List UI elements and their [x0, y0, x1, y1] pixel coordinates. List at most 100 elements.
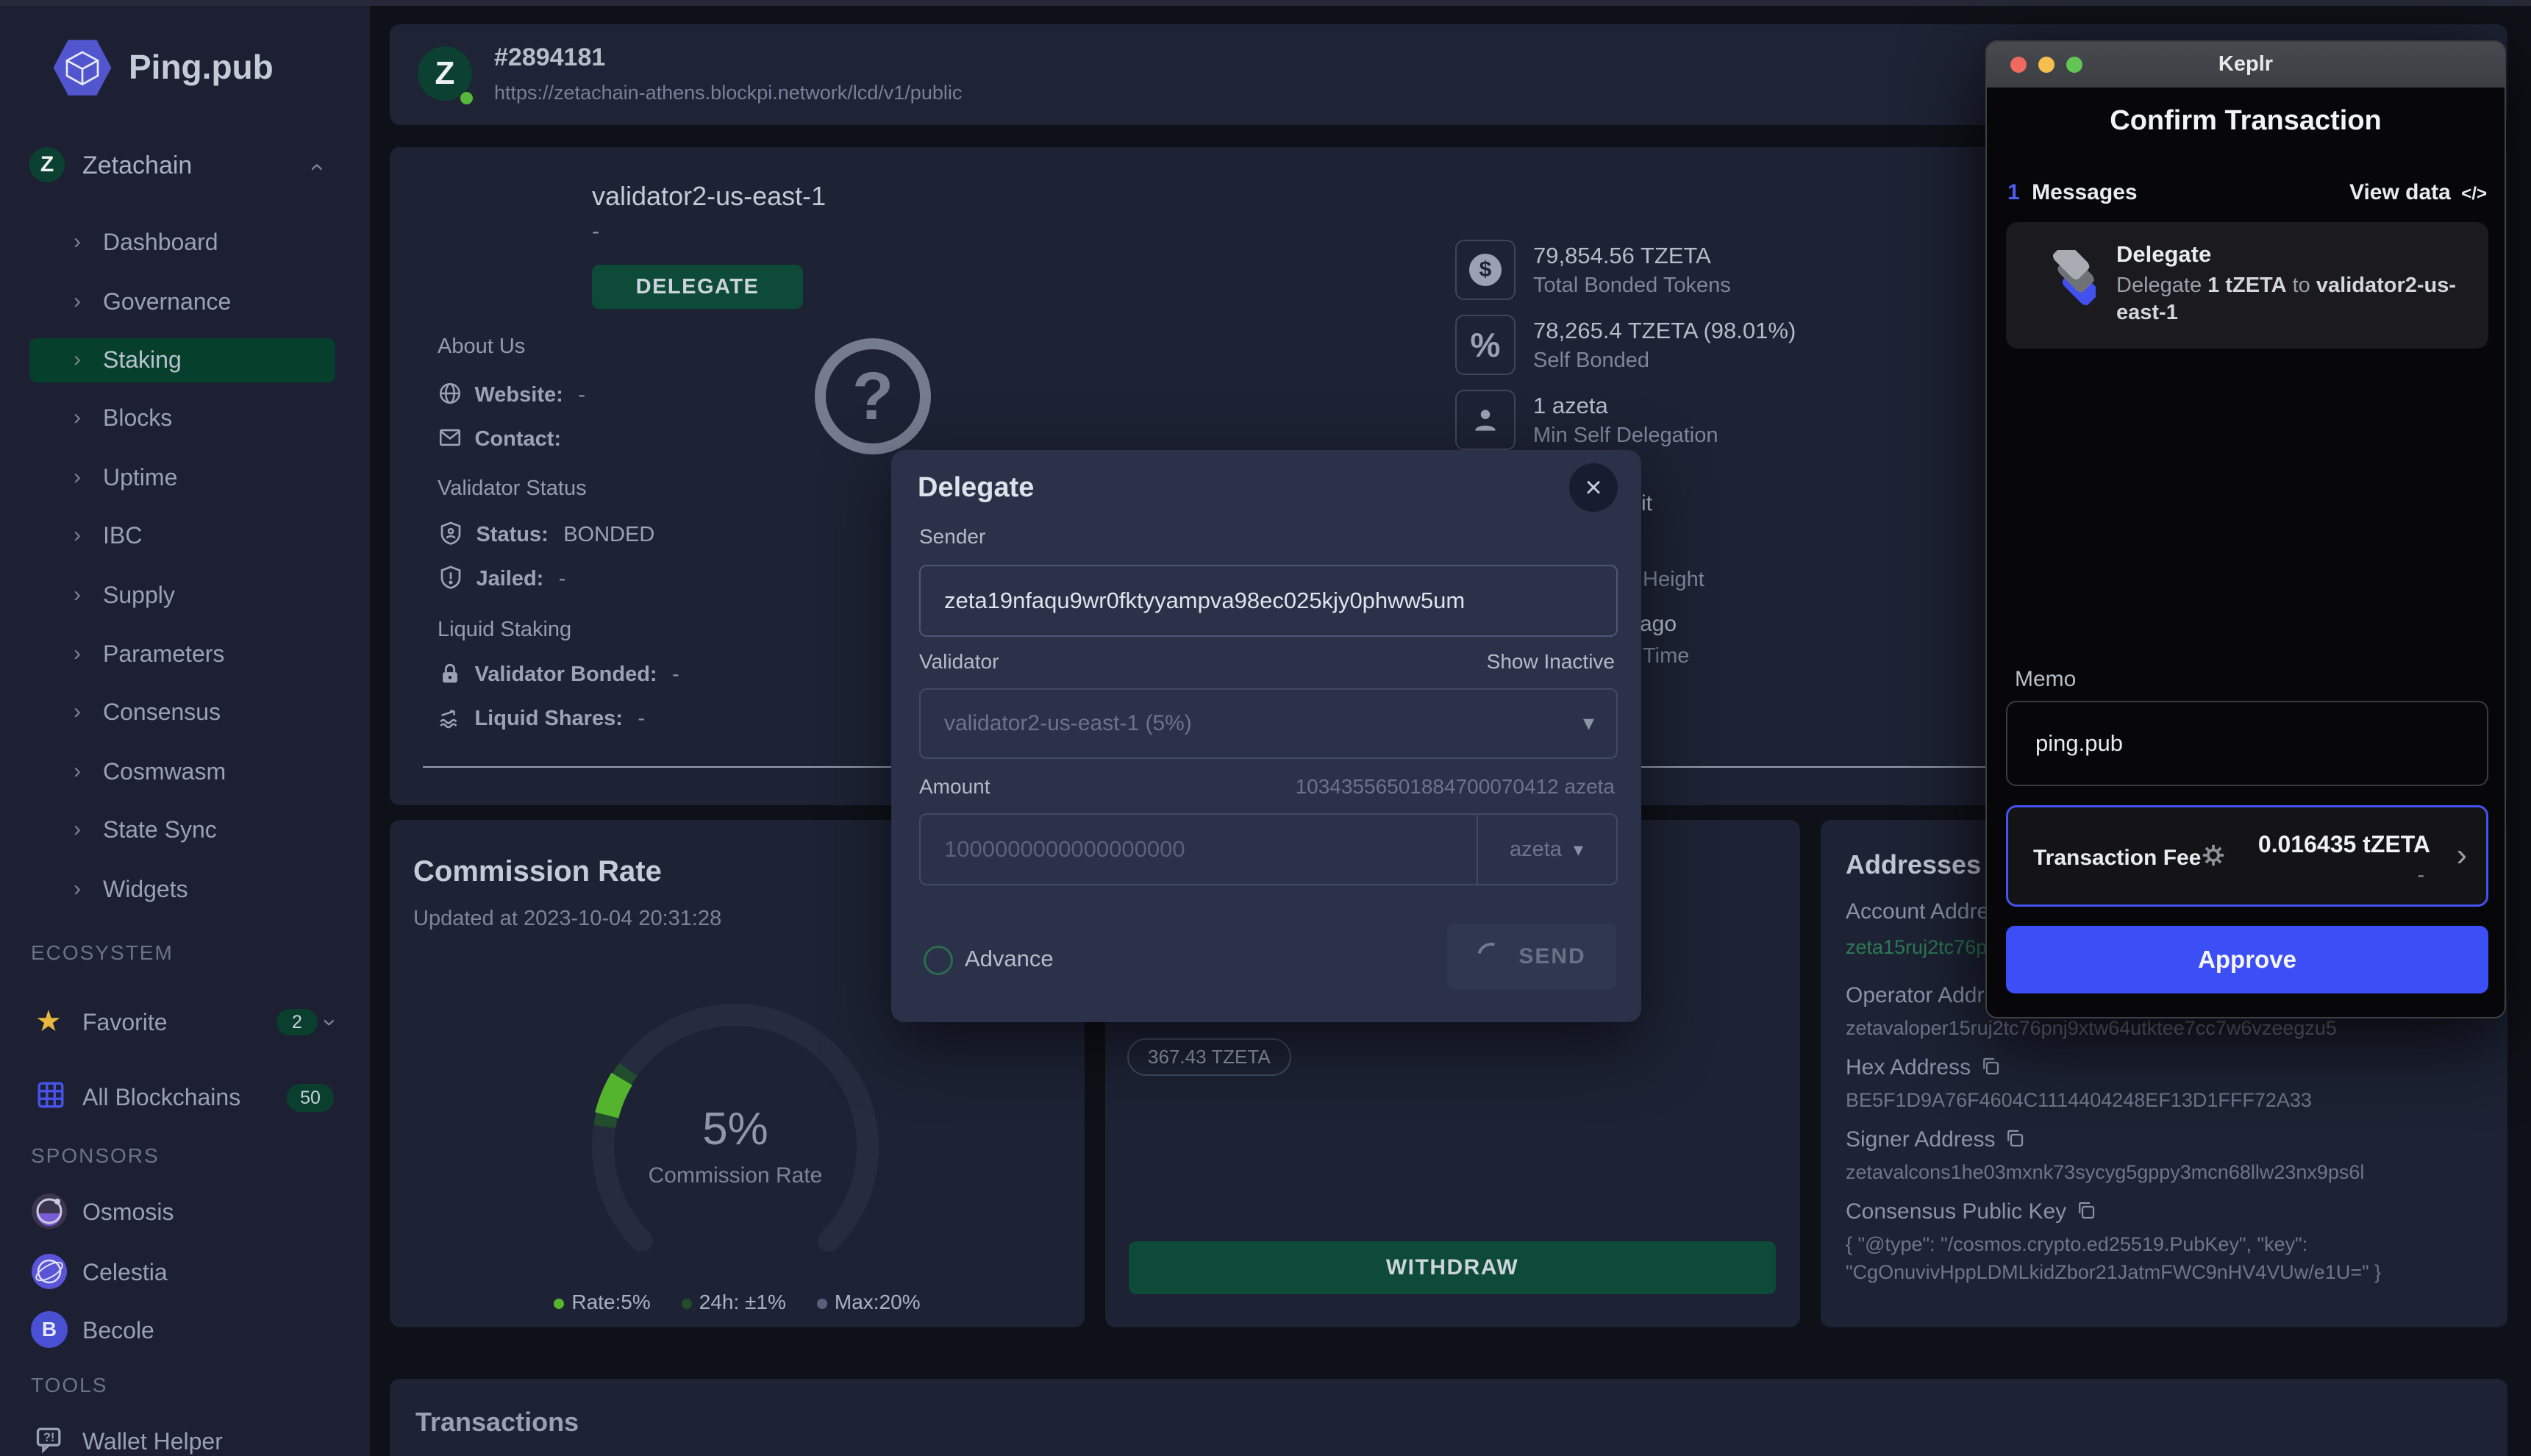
memo-field[interactable]: ping.pub	[2006, 701, 2488, 786]
sidebar-item-becole[interactable]: B Becole	[0, 1310, 370, 1354]
sidebar-item-supply[interactable]: ›Supply	[0, 574, 370, 616]
available-amount: 10343556501884700070412 azeta	[1296, 775, 1615, 799]
hex-address-label: Hex Address	[1846, 1055, 2002, 1083]
liquid-shares-value: -	[638, 707, 645, 730]
messages-row: 1 Messages View data </>	[2007, 180, 2487, 213]
validator-bonded-value: -	[672, 663, 679, 686]
close-icon: ×	[1585, 473, 1602, 502]
sidebar-item-widgets[interactable]: ›Widgets	[0, 868, 370, 910]
send-button[interactable]: SEND	[1447, 924, 1616, 990]
sidebar-item-blocks[interactable]: ›Blocks	[0, 396, 370, 439]
website-value: -	[578, 383, 585, 407]
messages-label: Messages	[2032, 180, 2137, 204]
sidebar-item-wallet-helper[interactable]: ?! Wallet Helper	[0, 1421, 370, 1456]
keplr-heading: Confirm Transaction	[1987, 105, 2505, 137]
keplr-message-card: Delegate Delegate 1 tZETA to validator2-…	[2006, 222, 2488, 349]
stat-fragment: ago	[1640, 612, 1677, 637]
amount-label: Amount	[919, 775, 990, 799]
sidebar-item-all-blockchains[interactable]: All Blockchains 50	[0, 1075, 370, 1122]
brand-name: Ping.pub	[129, 47, 274, 87]
view-data-link[interactable]: View data </>	[2349, 180, 2487, 205]
legend-dot-rate	[554, 1299, 564, 1309]
chevron-right-icon: ›	[74, 641, 81, 666]
fee-sub: -	[2418, 863, 2424, 887]
code-icon: </>	[2461, 184, 2487, 204]
legend-item: Max:20%	[817, 1291, 921, 1314]
stat-label: Total Bonded Tokens	[1533, 274, 1731, 298]
sidebar-item-cosmwasm[interactable]: ›Cosmwasm	[0, 750, 370, 793]
validator-select[interactable]: validator2-us-east-1 (5%) ▾	[919, 688, 1618, 759]
ecosystem-section-label: ECOSYSTEM	[31, 941, 174, 965]
person-stat-icon	[1455, 390, 1516, 450]
sidebar-item-state-sync[interactable]: ›State Sync	[0, 808, 370, 851]
brand-logo[interactable]: Ping.pub	[51, 37, 360, 99]
advance-label: Advance	[965, 946, 1054, 972]
close-button[interactable]: ×	[1569, 463, 1618, 512]
legend-item: 24h: ±1%	[682, 1291, 786, 1314]
validator-label: Validator	[919, 650, 999, 674]
fee-value: 0.016435 tZETA	[2258, 831, 2430, 858]
transaction-fee-box[interactable]: Transaction Fee 0.016435 tZETA - ›	[2006, 805, 2488, 907]
delegate-button[interactable]: DELEGATE	[592, 265, 803, 309]
show-inactive-toggle[interactable]: Show Inactive	[1487, 650, 1615, 674]
stat-fragment: it	[1641, 491, 1652, 516]
chevron-right-icon: ›	[74, 347, 81, 372]
sender-field[interactable]: zeta19nfaqu9wr0fktyyampva98ec025kjy0phww…	[919, 565, 1618, 637]
sidebar-item-label: Consensus	[103, 699, 221, 726]
validator-avatar: ?	[815, 338, 931, 454]
star-icon: ★	[35, 1004, 62, 1038]
sidebar-item-osmosis[interactable]: Osmosis	[0, 1191, 370, 1235]
sponsor-label: Becole	[82, 1317, 154, 1344]
caret-down-icon: ▾	[1583, 710, 1594, 736]
commission-title: Commission Rate	[413, 855, 662, 888]
approve-button[interactable]: Approve	[2006, 926, 2488, 993]
copy-icon[interactable]	[2075, 1199, 2097, 1227]
sidebar-chain-zetachain[interactable]: Z Zetachain ›	[0, 146, 370, 193]
chevron-right-icon: ›	[74, 817, 81, 842]
pingpub-logo-icon	[51, 37, 113, 102]
validator-bonded-row: Validator Bonded: -	[438, 662, 679, 690]
jailed-row: Jailed: -	[438, 565, 565, 595]
contact-row: Contact:	[438, 425, 573, 454]
gear-icon[interactable]	[2201, 843, 2226, 871]
about-title: About Us	[438, 335, 525, 359]
website-row: Website: -	[438, 381, 585, 410]
sidebar-item-favorite[interactable]: ★ Favorite 2 ›	[0, 1000, 370, 1047]
fee-label: Transaction Fee	[2033, 846, 2201, 871]
transactions-card: Transactions	[390, 1379, 2507, 1456]
sidebar-item-ibc[interactable]: ›IBC	[0, 514, 370, 557]
sidebar-item-label: Uptime	[103, 464, 177, 491]
sidebar-item-uptime[interactable]: ›Uptime	[0, 456, 370, 499]
copy-icon[interactable]	[2004, 1127, 2026, 1155]
advance-checkbox[interactable]: Advance	[924, 944, 1144, 977]
sidebar-item-celestia[interactable]: Celestia	[0, 1252, 370, 1296]
sidebar-item-label: Dashboard	[103, 229, 218, 256]
percent-stat-icon: %	[1455, 315, 1516, 375]
withdraw-button[interactable]: WITHDRAW	[1129, 1241, 1776, 1294]
keplr-window-title: Keplr	[1987, 52, 2505, 76]
sidebar-item-staking[interactable]: ›Staking	[0, 338, 370, 381]
sidebar-item-label: Supply	[103, 582, 175, 609]
shield-person-icon	[438, 521, 464, 551]
sidebar-item-label: Governance	[103, 288, 231, 315]
validator-bonded-label: Validator Bonded:	[474, 663, 657, 686]
globe-icon	[438, 381, 463, 410]
sidebar-item-governance[interactable]: ›Governance	[0, 280, 370, 323]
envelope-icon	[438, 425, 463, 454]
sidebar-item-consensus[interactable]: ›Consensus	[0, 690, 370, 733]
becole-icon: B	[31, 1311, 68, 1348]
amount-input[interactable]	[921, 815, 1472, 884]
sidebar-item-label: Widgets	[103, 876, 188, 903]
chain-name: Zetachain	[82, 151, 192, 180]
denom-select[interactable]: azeta ▾	[1478, 815, 1615, 884]
copy-icon[interactable]	[1980, 1055, 2002, 1083]
tool-label: Wallet Helper	[82, 1428, 223, 1455]
shield-alert-icon	[438, 565, 464, 595]
rewards-badge: 367.43 TZETA	[1127, 1038, 1291, 1076]
celestia-icon	[31, 1253, 68, 1293]
tools-section-label: TOOLS	[31, 1374, 107, 1397]
keplr-titlebar[interactable]: Keplr	[1987, 42, 2505, 88]
sidebar-item-dashboard[interactable]: ›Dashboard	[0, 221, 370, 263]
favorite-label: Favorite	[82, 1009, 168, 1036]
sidebar-item-parameters[interactable]: ›Parameters	[0, 632, 370, 675]
